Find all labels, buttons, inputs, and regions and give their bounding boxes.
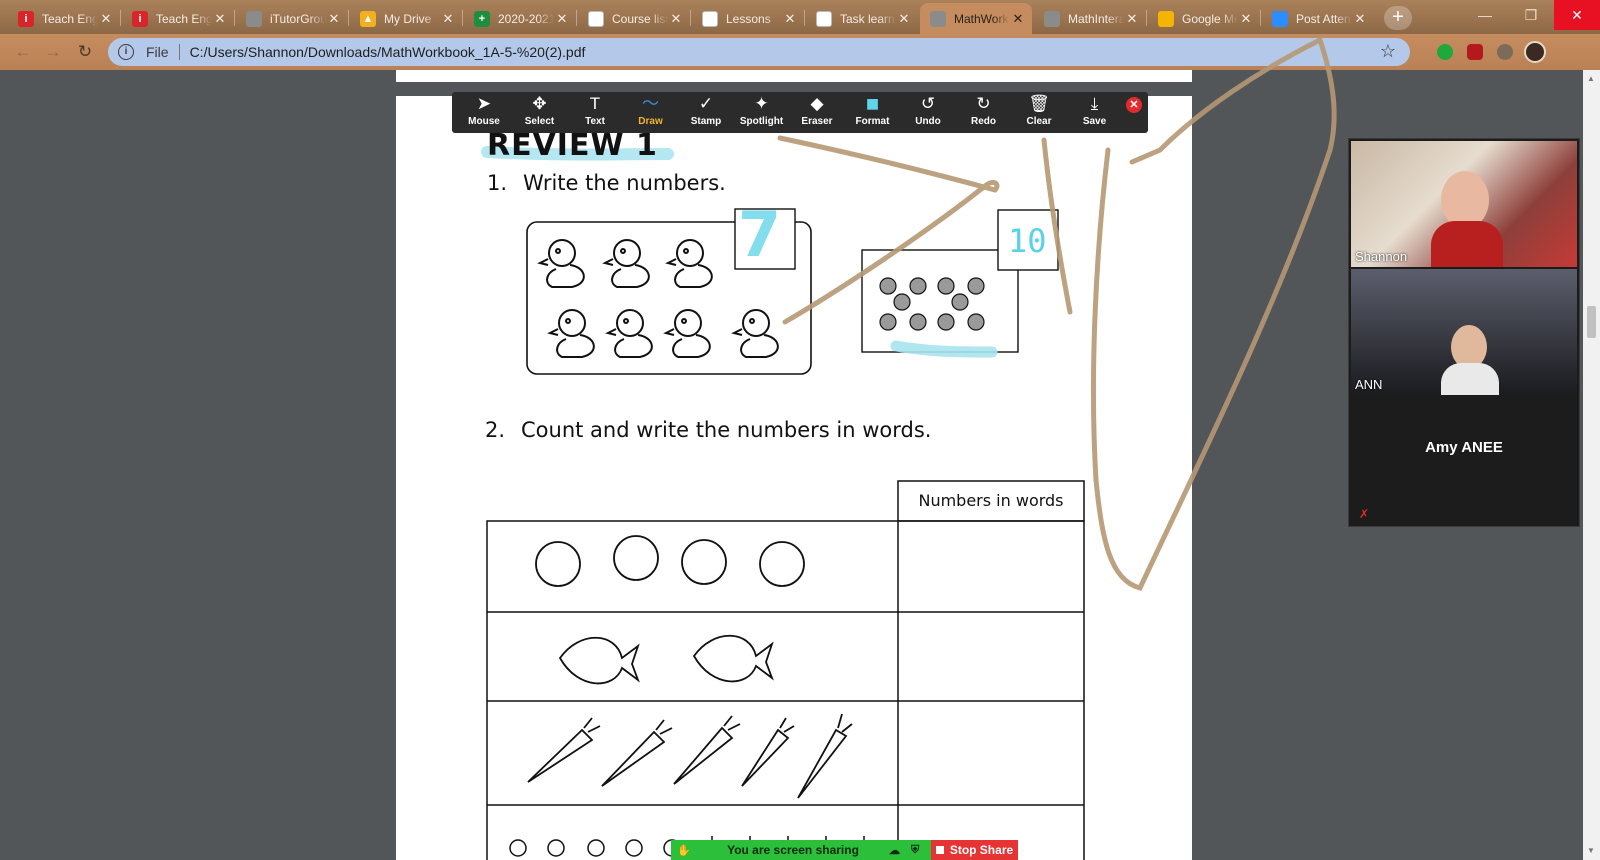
- tool-label: Undo: [915, 116, 941, 127]
- annotation-close-icon[interactable]: ✕: [1126, 97, 1142, 113]
- tool-label: Eraser: [801, 116, 833, 127]
- video-panel[interactable]: Shannon ANN Amy ANEE ✗: [1348, 138, 1580, 527]
- drag-handle-icon[interactable]: ✋: [677, 844, 697, 857]
- annotation-toolbar: ➤ Mouse ✥ Select T Text 〜 Draw ✓ Stamp ✦ Spotlight ◆…: [452, 92, 1148, 133]
- tool-label: Redo: [971, 116, 996, 127]
- words-table: [486, 480, 1085, 860]
- tool-label: Format: [855, 116, 890, 127]
- video-tile-ann[interactable]: ANN: [1351, 269, 1577, 395]
- question-1-text: Write the numbers.: [523, 171, 726, 195]
- shield-icon: ⛨: [911, 843, 920, 856]
- undo-icon: ↺: [920, 94, 936, 113]
- tool-select[interactable]: ✥ Select: [512, 92, 568, 133]
- tool-clear[interactable]: 🗑 Clear: [1011, 92, 1067, 133]
- tool-eraser[interactable]: ◆ Eraser: [789, 92, 845, 133]
- tool-spotlight[interactable]: ✦ Spotlight: [734, 92, 790, 133]
- dot-pictures: [879, 277, 985, 331]
- redo-icon: ↻: [976, 94, 991, 113]
- participant-name: ANN: [1355, 377, 1383, 392]
- answer-10: 10: [1008, 222, 1047, 260]
- orange-pictures: [535, 535, 805, 587]
- tool-label: Save: [1082, 116, 1107, 127]
- tool-undo[interactable]: ↺ Undo: [900, 92, 956, 133]
- stop-share-label: Stop Share: [949, 843, 1014, 857]
- table-header-numbers-in-words: Numbers in words: [918, 491, 1064, 510]
- save-icon: ⤓: [1090, 94, 1099, 113]
- trash-icon: 🗑: [1028, 94, 1050, 113]
- cursor-icon: ➤: [476, 94, 492, 113]
- screen-share-bar: ✋ You are screen sharing ☁ ⛨ Stop Share: [671, 840, 1018, 860]
- check-icon: ✓: [698, 94, 714, 113]
- sharing-status-text: You are screen sharing: [727, 843, 859, 857]
- tool-mouse[interactable]: ➤ Mouse: [456, 92, 512, 133]
- tool-save[interactable]: ⤓ Save: [1067, 92, 1123, 133]
- fish-pictures: [558, 634, 774, 685]
- answer-7: 7: [738, 198, 782, 271]
- participant-name: Shannon: [1355, 249, 1408, 264]
- format-icon: ■: [865, 91, 880, 116]
- stop-icon: [935, 846, 944, 854]
- tool-format[interactable]: ■ Format: [845, 92, 901, 133]
- question-1-number: 1.: [487, 171, 508, 195]
- tool-redo[interactable]: ↻ Redo: [956, 92, 1012, 133]
- question-2-number: 2.: [485, 418, 506, 442]
- tool-draw[interactable]: 〜 Draw: [623, 92, 679, 133]
- question-1: 1. Write the numbers.: [487, 171, 726, 195]
- audio-only-participant-name: Amy ANEE: [1425, 439, 1503, 456]
- dots-box: [861, 249, 1019, 353]
- dots-highlight: [890, 340, 998, 358]
- tool-label: Clear: [1026, 116, 1052, 127]
- draw-icon: 〜: [642, 94, 659, 113]
- tool-label: Mouse: [468, 116, 500, 127]
- eraser-icon: ◆: [810, 94, 824, 113]
- tool-stamp[interactable]: ✓ Stamp: [678, 92, 734, 133]
- tool-label: Draw: [638, 116, 663, 127]
- question-2-text: Count and write the numbers in words.: [521, 418, 932, 442]
- text-icon: T: [589, 94, 601, 113]
- spotlight-icon: ✦: [754, 94, 769, 113]
- sharing-status[interactable]: ✋ You are screen sharing ☁ ⛨: [671, 840, 931, 860]
- video-tile-shannon[interactable]: Shannon: [1351, 141, 1577, 267]
- tool-label: Spotlight: [739, 116, 784, 127]
- move-icon: ✥: [532, 94, 547, 113]
- participant-shirt: [1431, 221, 1503, 267]
- tool-label: Select: [524, 116, 555, 127]
- muted-mic-icon: ✗: [1359, 507, 1370, 521]
- review-title: REVIEW 1: [487, 128, 658, 163]
- tool-label: Stamp: [690, 116, 722, 127]
- network-icon: ☁: [889, 844, 900, 857]
- tool-label: Text: [585, 116, 605, 127]
- stop-share-button[interactable]: Stop Share: [931, 840, 1018, 860]
- participant-shirt: [1441, 363, 1499, 395]
- carrot-pictures: [527, 713, 853, 799]
- tool-text[interactable]: T Text: [567, 92, 623, 133]
- question-2: 2. Count and write the numbers in words.: [485, 418, 931, 442]
